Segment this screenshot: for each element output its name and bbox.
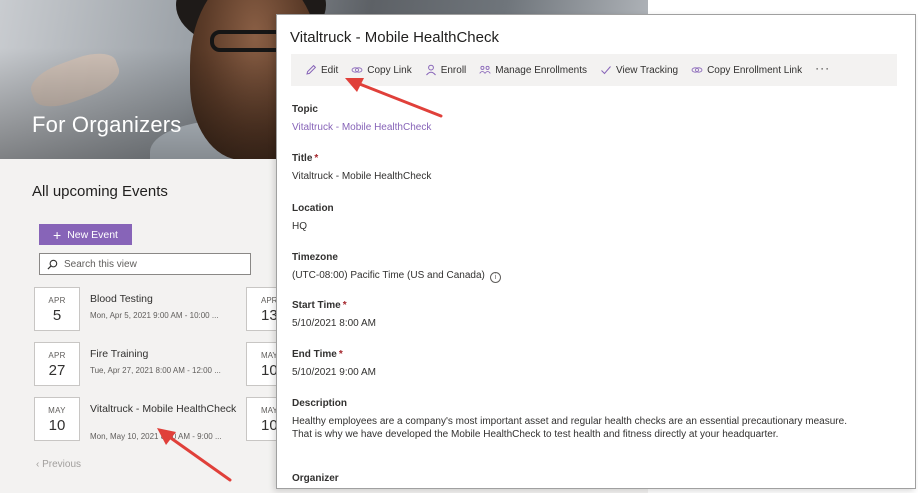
more-options-button[interactable]: ··· bbox=[815, 61, 830, 75]
date-day: 10 bbox=[48, 417, 66, 434]
field-label: Timezone bbox=[292, 252, 338, 263]
field-organizer: Organizer bbox=[292, 473, 339, 484]
topic-link[interactable]: Vitaltruck - Mobile HealthCheck bbox=[292, 121, 431, 134]
field-timezone: Timezone (UTC-08:00) Pacific Time (US an… bbox=[292, 252, 501, 283]
field-topic: Topic Vitaltruck - Mobile HealthCheck bbox=[292, 104, 431, 134]
field-label: Title * bbox=[292, 153, 431, 164]
search-input[interactable]: Search this view bbox=[39, 253, 251, 275]
title-label: Title bbox=[292, 153, 313, 164]
field-label: Location bbox=[292, 203, 334, 214]
edit-button[interactable]: Edit bbox=[305, 64, 338, 76]
date-tile: APR 27 bbox=[34, 342, 80, 386]
panel-title: Vitaltruck - Mobile HealthCheck bbox=[290, 29, 499, 46]
date-month: MAY bbox=[48, 406, 66, 415]
previous-link[interactable]: ‹ Previous bbox=[36, 459, 81, 470]
event-subtitle: Mon, Apr 5, 2021 9:00 AM - 10:00 ... bbox=[90, 311, 219, 320]
copy-link-label: Copy Link bbox=[367, 64, 412, 76]
enroll-label: Enroll bbox=[440, 64, 467, 76]
field-value: 5/10/2021 8:00 AM bbox=[292, 318, 376, 329]
copy-enrollment-link-button[interactable]: Copy Enrollment Link bbox=[691, 64, 802, 76]
field-title: Title * Vitaltruck - Mobile HealthCheck bbox=[292, 153, 431, 183]
info-icon[interactable]: i bbox=[489, 272, 501, 283]
event-title[interactable]: Fire Training bbox=[90, 348, 270, 361]
checkmark-icon bbox=[601, 66, 611, 75]
manage-enrollments-label: Manage Enrollments bbox=[495, 64, 587, 76]
new-event-button[interactable]: + New Event bbox=[39, 224, 132, 245]
new-event-label: New Event bbox=[67, 228, 118, 241]
event-subtitle: Mon, May 10, 2021 8:00 AM - 9:00 ... bbox=[90, 432, 222, 441]
plus-icon: + bbox=[53, 226, 62, 243]
search-icon bbox=[47, 259, 58, 270]
event-title[interactable]: Vitaltruck - Mobile HealthCheck bbox=[90, 403, 270, 416]
date-month: APR bbox=[48, 296, 66, 305]
link-icon bbox=[351, 67, 363, 73]
field-value: 5/10/2021 9:00 AM bbox=[292, 367, 376, 378]
date-tile: MAY 10 bbox=[34, 397, 80, 441]
hero-title: For Organizers bbox=[32, 112, 182, 137]
date-tile: APR 5 bbox=[34, 287, 80, 331]
view-tracking-button[interactable]: View Tracking bbox=[600, 64, 678, 76]
people-icon bbox=[479, 65, 491, 74]
pencil-icon bbox=[306, 64, 317, 75]
person-icon bbox=[425, 64, 436, 76]
link-icon bbox=[691, 67, 703, 73]
field-label: End Time * bbox=[292, 349, 376, 360]
field-description: Description Healthy employees are a comp… bbox=[292, 398, 847, 441]
command-bar: Edit Copy Link Enroll Manage Enrollments… bbox=[291, 54, 897, 86]
event-detail-panel: Vitaltruck - Mobile HealthCheck Edit Cop… bbox=[276, 14, 916, 489]
event-card-fire-training[interactable]: APR 27 Fire Training Tue, Apr 27, 2021 8… bbox=[34, 342, 274, 386]
search-placeholder: Search this view bbox=[64, 258, 137, 270]
description-line: That is why we have developed the Mobile… bbox=[292, 429, 779, 440]
field-label: Start Time * bbox=[292, 300, 376, 311]
field-location: Location HQ bbox=[292, 203, 334, 233]
field-label: Organizer bbox=[292, 473, 339, 484]
event-card-blood-testing[interactable]: APR 5 Blood Testing Mon, Apr 5, 2021 9:0… bbox=[34, 287, 274, 331]
date-day: 27 bbox=[48, 362, 66, 379]
edit-label: Edit bbox=[321, 64, 339, 76]
timezone-value: (UTC-08:00) Pacific Time (US and Canada) bbox=[292, 270, 485, 281]
chevron-left-icon: ‹ bbox=[36, 459, 40, 470]
start-time-label: Start Time bbox=[292, 300, 341, 311]
manage-enrollments-button[interactable]: Manage Enrollments bbox=[479, 64, 587, 76]
field-label: Description bbox=[292, 398, 348, 409]
section-title: All upcoming Events bbox=[32, 183, 168, 200]
field-label: Topic bbox=[292, 104, 318, 115]
field-end-time: End Time * 5/10/2021 9:00 AM bbox=[292, 349, 376, 379]
required-marker: * bbox=[314, 153, 319, 164]
event-card-vitaltruck[interactable]: MAY 10 Vitaltruck - Mobile HealthCheck M… bbox=[34, 397, 274, 441]
previous-label: Previous bbox=[42, 459, 82, 470]
copy-enrollment-link-label: Copy Enrollment Link bbox=[707, 64, 803, 76]
field-value: Vitaltruck - Mobile HealthCheck bbox=[292, 171, 432, 182]
enroll-button[interactable]: Enroll bbox=[425, 64, 467, 76]
date-day: 5 bbox=[52, 307, 62, 324]
event-subtitle: Tue, Apr 27, 2021 8:00 AM - 12:00 ... bbox=[90, 366, 221, 375]
description-line: Healthy employees are a company's most i… bbox=[292, 416, 847, 427]
copy-link-button[interactable]: Copy Link bbox=[351, 64, 412, 76]
required-marker: * bbox=[342, 300, 347, 311]
end-time-label: End Time bbox=[292, 349, 337, 360]
event-title[interactable]: Blood Testing bbox=[90, 293, 270, 306]
field-start-time: Start Time * 5/10/2021 8:00 AM bbox=[292, 300, 376, 330]
date-month: APR bbox=[48, 351, 66, 360]
required-marker: * bbox=[338, 349, 343, 360]
field-value: HQ bbox=[292, 221, 307, 232]
view-tracking-label: View Tracking bbox=[616, 64, 679, 76]
field-value: Healthy employees are a company's most i… bbox=[292, 415, 847, 441]
field-value: (UTC-08:00) Pacific Time (US and Canada)… bbox=[292, 269, 501, 283]
